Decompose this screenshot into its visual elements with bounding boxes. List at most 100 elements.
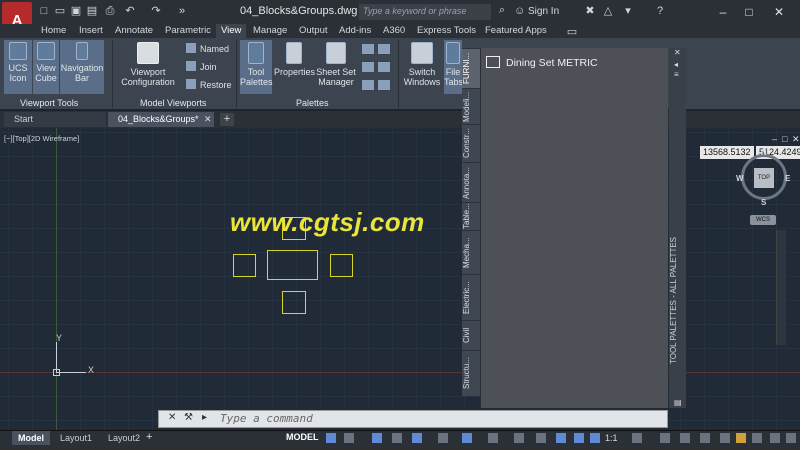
palettes-group-label[interactable]: Palettes [296, 97, 329, 109]
calculator-icon[interactable] [378, 62, 390, 72]
viewport-tools-group-label[interactable]: Viewport Tools [20, 97, 78, 109]
layout-tab-model[interactable]: Model [12, 431, 50, 445]
external-references-icon[interactable] [378, 44, 390, 54]
table-block[interactable] [267, 250, 318, 280]
close-tab-icon[interactable]: ✕ [204, 114, 212, 125]
compass-south[interactable]: S [761, 198, 766, 207]
switch-windows-button[interactable]: Switch Windows [402, 40, 442, 94]
palette-tab-structural[interactable]: Structu... [462, 350, 480, 394]
annotation-visibility-icon[interactable] [556, 433, 566, 443]
ribbon-minimize-icon[interactable]: ▭ [566, 26, 578, 38]
palette-menu-icon[interactable]: ▤ [674, 398, 682, 407]
palette-tab-furniture[interactable]: FURNI... [462, 48, 480, 88]
viewport-minimize-icon[interactable]: – [772, 134, 777, 144]
layer-properties-icon[interactable] [362, 80, 374, 90]
viewport-controls-label[interactable]: [−][Top][2D Wireframe] [4, 134, 79, 143]
polar-icon[interactable] [392, 433, 402, 443]
lock-ui-icon[interactable] [720, 433, 730, 443]
viewport-maximize-icon[interactable]: □ [782, 134, 787, 144]
tab-a360[interactable]: A360 [378, 24, 410, 38]
workspace-gear-icon[interactable] [632, 433, 642, 443]
chair-block-right[interactable] [330, 254, 353, 277]
file-tabs-button[interactable]: File Tabs [444, 40, 462, 94]
viewport-close-icon[interactable]: ✕ [792, 134, 800, 145]
grid-icon[interactable] [326, 433, 336, 443]
start-tab[interactable]: Start [4, 112, 106, 127]
command-customize-icon[interactable]: ⚒ [184, 412, 193, 423]
print-icon[interactable]: ⎙ [104, 5, 116, 17]
properties-button[interactable]: Properties [274, 40, 315, 94]
viewport-configuration-button[interactable]: Viewport Configuration [116, 40, 180, 94]
search-input[interactable]: Type a keyword or phrase [359, 4, 491, 20]
annotation-monitor-icon[interactable] [660, 433, 670, 443]
named-viewports-button[interactable]: Named [186, 42, 229, 56]
a360-icon[interactable]: △ [602, 5, 614, 17]
save-as-icon[interactable]: ▤ [86, 5, 98, 17]
layout-tab-layout1[interactable]: Layout1 [54, 431, 98, 445]
sign-in-button[interactable]: Sign In [528, 6, 559, 17]
design-center-icon[interactable] [362, 44, 374, 54]
help-icon[interactable]: ? [654, 5, 666, 17]
chair-block-bottom[interactable] [282, 291, 306, 314]
markup-set-icon[interactable] [362, 62, 374, 72]
redo-icon[interactable]: ↷ [150, 5, 162, 17]
exchange-icon[interactable]: ✖ [584, 5, 596, 17]
customization-icon[interactable] [786, 433, 796, 443]
layout-tab-layout2[interactable]: Layout2 [102, 431, 146, 445]
tab-insert[interactable]: Insert [74, 24, 108, 38]
ucs-icon-button[interactable]: UCS Icon [4, 40, 32, 94]
model-space-button[interactable]: MODEL [286, 432, 319, 442]
binoculars-icon[interactable]: ⌕ [493, 4, 511, 20]
tab-express-tools[interactable]: Express Tools [412, 24, 481, 38]
stay-connected-icon[interactable]: ▾ [622, 5, 634, 17]
tab-parametric[interactable]: Parametric [160, 24, 216, 38]
palette-item-dining-set[interactable]: Dining Set METRIC [486, 56, 598, 69]
command-prompt-icon[interactable]: ▸ [202, 412, 207, 423]
auto-scale-icon[interactable] [574, 433, 584, 443]
tab-annotate[interactable]: Annotate [110, 24, 158, 38]
annotation-scale-value[interactable]: 1:1 [605, 433, 618, 443]
qat-more-icon[interactable]: » [176, 5, 188, 17]
palette-tab-electrical[interactable]: Electric... [462, 274, 480, 320]
selection-cycling-icon[interactable] [536, 433, 546, 443]
palette-tab-constraints[interactable]: Constr... [462, 124, 480, 162]
tab-output[interactable]: Output [294, 24, 333, 38]
undo-icon[interactable]: ↶ [124, 5, 136, 17]
save-icon[interactable]: ▣ [70, 5, 82, 17]
annotation-scale-icon[interactable] [590, 433, 600, 443]
restore-viewports-button[interactable]: Restore [186, 78, 232, 92]
isolate-objects-icon[interactable] [736, 433, 746, 443]
close-button[interactable]: ✕ [768, 2, 790, 22]
navigation-bar-button[interactable]: Navigation Bar [60, 40, 104, 94]
maximize-button[interactable]: □ [738, 2, 760, 22]
sheet-set-manager-button[interactable]: Sheet Set Manager [316, 40, 356, 94]
join-viewports-button[interactable]: Join [186, 60, 217, 74]
object-snap-icon[interactable] [462, 433, 472, 443]
compass-east[interactable]: E [785, 174, 790, 183]
open-file-icon[interactable]: ▭ [54, 5, 66, 17]
ortho-icon[interactable] [372, 433, 382, 443]
user-icon[interactable]: ☺ [514, 5, 525, 17]
view-cube-button[interactable]: View Cube [33, 40, 59, 94]
new-file-icon[interactable]: □ [38, 5, 50, 17]
hardware-acceleration-icon[interactable] [752, 433, 762, 443]
palette-tab-table[interactable]: Table... [462, 202, 480, 230]
drawing-tab[interactable]: 04_Blocks&Groups* [108, 112, 214, 127]
lineweight-icon[interactable] [488, 433, 498, 443]
palette-close-icon[interactable]: ✕ [674, 48, 681, 57]
isodraft-icon[interactable] [412, 433, 422, 443]
compass-west[interactable]: W [736, 174, 744, 183]
object-snap-tracking-icon[interactable] [438, 433, 448, 443]
palette-tab-modeling[interactable]: Modeli... [462, 88, 480, 124]
tool-palettes-button[interactable]: Tool Palettes [240, 40, 273, 94]
tab-manage[interactable]: Manage [248, 24, 292, 38]
minimize-button[interactable]: – [712, 2, 734, 22]
palette-tab-mechanical[interactable]: Mecha... [462, 230, 480, 274]
units-icon[interactable] [680, 433, 690, 443]
tab-home[interactable]: Home [36, 24, 71, 38]
palette-autohide-icon[interactable]: ◂ [674, 60, 678, 69]
navigation-bar[interactable] [776, 230, 786, 345]
clean-screen-icon[interactable] [770, 433, 780, 443]
snap-icon[interactable] [344, 433, 354, 443]
tab-featured-apps[interactable]: Featured Apps [480, 24, 552, 38]
